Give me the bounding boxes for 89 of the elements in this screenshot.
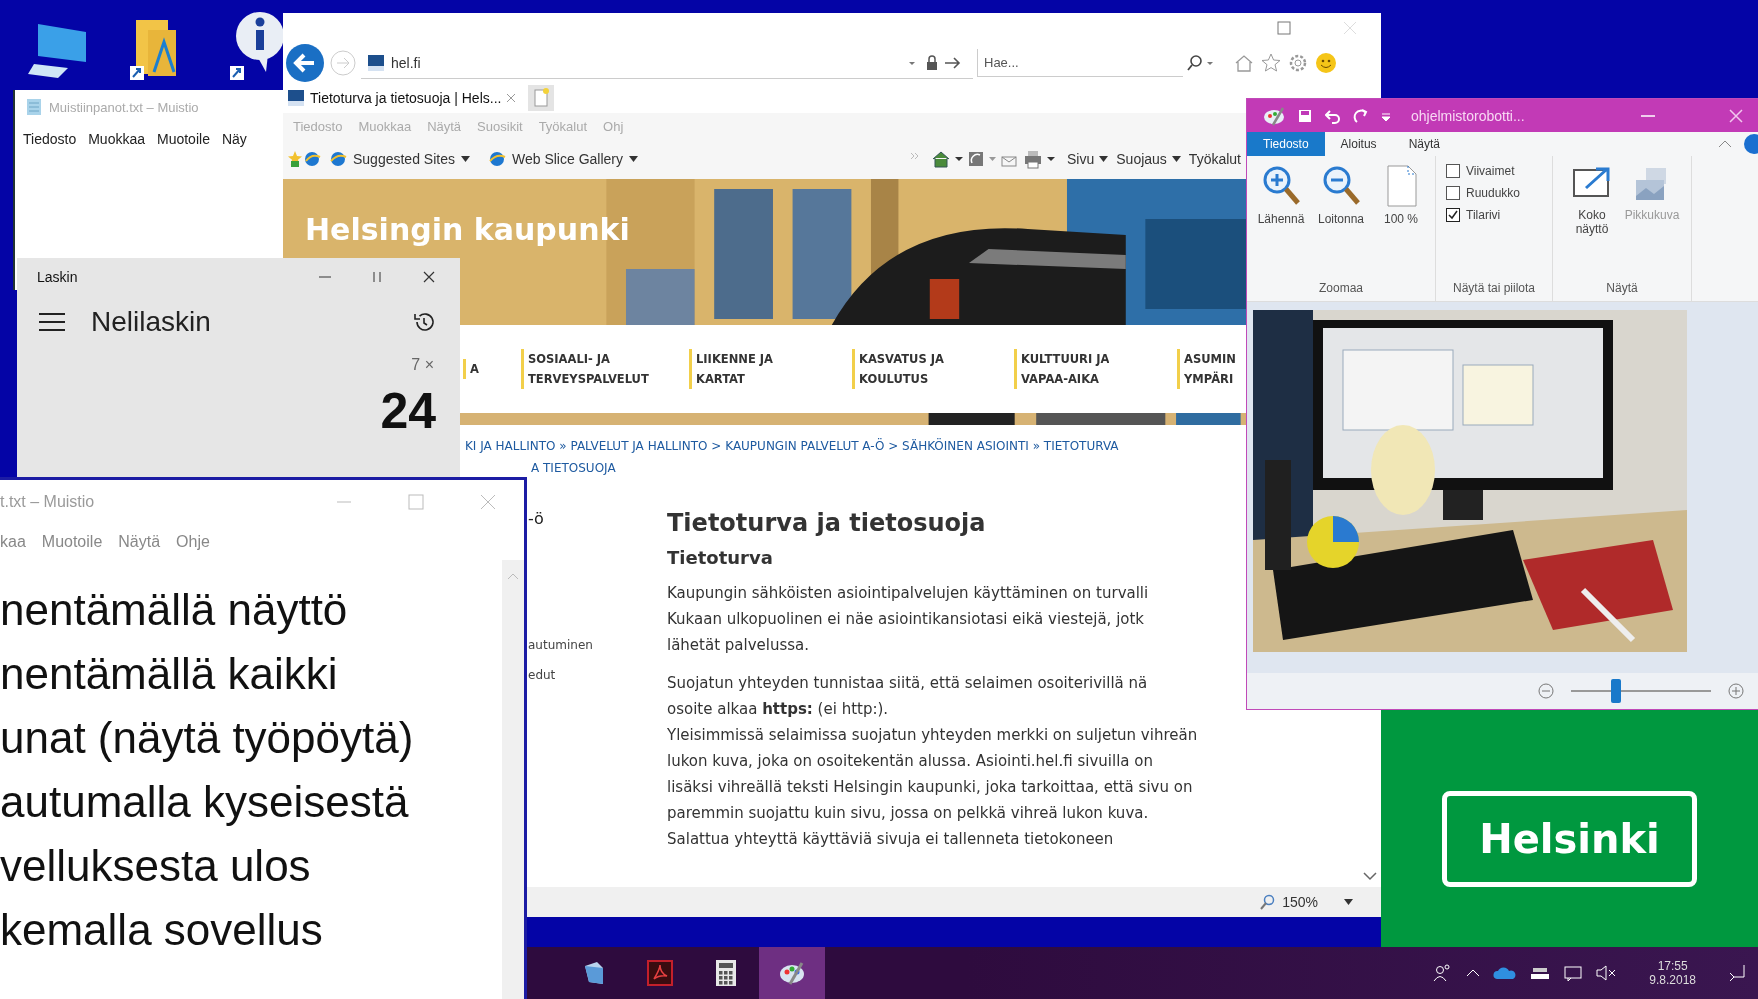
ribbon-tab[interactable]: Näytä bbox=[1392, 132, 1456, 156]
settings-icon[interactable] bbox=[1288, 53, 1308, 73]
favorites-link[interactable]: Suggested Sites bbox=[329, 150, 470, 168]
favorites-bar-icon[interactable] bbox=[287, 149, 321, 169]
breadcrumb[interactable]: A TIETOSUOJA bbox=[531, 457, 616, 479]
calculator-icon bbox=[715, 959, 737, 987]
calculator-mode: Nelilaskin bbox=[91, 306, 211, 338]
nav-link[interactable]: KULTTUURI JA VAPAA-AIKA bbox=[1014, 349, 1110, 389]
fullscreen-button[interactable]: Koko näyttö bbox=[1564, 164, 1620, 236]
site-icon bbox=[367, 53, 385, 72]
site-icon bbox=[287, 89, 305, 107]
info-shortcut-icon[interactable] bbox=[228, 10, 284, 82]
caret-icon bbox=[1171, 156, 1181, 162]
palette-icon bbox=[1263, 105, 1285, 126]
checkbox[interactable]: Tilarivi bbox=[1446, 208, 1521, 222]
paragraph: Kaupungin sähköisten asiointipalvelujen käyttäminen on turvalli Kukaan ulkopuolinen ei näe asiointikansiotasi eikä viestejä, jotk lähetät palvelussa. bbox=[667, 583, 1150, 656]
page-icon bbox=[1384, 164, 1418, 208]
home-icon[interactable] bbox=[1234, 53, 1254, 73]
nav-link[interactable]: KASVATUS JA KOULUTUS bbox=[852, 349, 944, 389]
save-icon[interactable] bbox=[1297, 107, 1313, 124]
volume-muted-icon[interactable] bbox=[1595, 964, 1618, 982]
favorites-link[interactable]: Web Slice Gallery bbox=[487, 150, 638, 168]
palette-icon bbox=[778, 960, 806, 986]
calculator-display: 24 bbox=[379, 382, 437, 440]
notepad-icon bbox=[25, 98, 43, 116]
caret-icon[interactable] bbox=[1344, 899, 1353, 905]
menu-icon[interactable] bbox=[39, 312, 65, 332]
search-field[interactable]: Hae... bbox=[977, 49, 1183, 77]
scroll-down-icon[interactable] bbox=[1363, 871, 1377, 881]
back-button[interactable] bbox=[285, 43, 325, 83]
collapse-ribbon-icon[interactable] bbox=[1718, 139, 1732, 149]
actual-size-button[interactable]: 100 % bbox=[1373, 164, 1429, 226]
checkbox[interactable]: Ruudukko bbox=[1446, 186, 1521, 200]
nav-link[interactable]: ASUMIN YMPÄRI bbox=[1177, 349, 1236, 389]
window-title: t.txt – Muistio bbox=[0, 493, 95, 511]
sidebar-heading: -ö bbox=[528, 509, 545, 528]
menu-item[interactable]: Muotoile bbox=[157, 131, 210, 147]
cloud-icon[interactable] bbox=[1493, 965, 1518, 981]
calculator-expression: 7 × bbox=[410, 355, 435, 375]
web-icon bbox=[329, 150, 347, 168]
menu-item[interactable]: kaa bbox=[0, 533, 26, 551]
web-icon bbox=[487, 150, 506, 168]
text-area[interactable]: nentämällä näyttö nentämällä kaikki unat (näytä työpöytä) autumalla kyseisestä velluksesta ulos kemalla sovellus bbox=[0, 560, 502, 999]
paragraph: Suojatun yhteyden tunnistaa siitä, että selaimen osoiterivillä nä osoite alkaa https: (ei http:). Yleisimmissä selaimissa suojatun yhteyden merkki on suljetun vihreän lukon kuva, joka on osoitekentän alussa. Asiointi.hel.fi sivuilla on lisäksi vihreällä teksti Helsingin kaupunki, joka tarkoittaa, että sivu on paremmin suojattu kuin sivu, jossa on pelkkä vihreä lukon kuva. Salattua yhteyttä käyttäviä sivuja ei tallenneta tietokoneen bbox=[667, 673, 1198, 850]
window-title: Muistiinpanot.txt – Muistio bbox=[49, 99, 199, 115]
message-icon[interactable] bbox=[1563, 964, 1584, 982]
clock[interactable]: 17:55 9.8.2018 bbox=[1649, 959, 1696, 987]
command-menu[interactable]: Työkalut bbox=[1188, 151, 1241, 167]
nav-link[interactable]: LIIKENNE JA KARTAT bbox=[689, 349, 773, 389]
undo-icon[interactable] bbox=[1325, 107, 1341, 124]
group-label: Näytä tai piilota bbox=[1452, 281, 1535, 295]
checkbox[interactable]: Viivaimet bbox=[1446, 164, 1521, 178]
city-logo: Helsinki bbox=[1442, 790, 1697, 887]
page-heading: Tietoturva ja tietosuoja bbox=[667, 509, 987, 537]
zoom-out-icon[interactable] bbox=[1538, 683, 1554, 699]
menu-item[interactable]: Muokkaa bbox=[88, 131, 145, 147]
favorites-icon[interactable] bbox=[1261, 53, 1281, 73]
caret-icon bbox=[629, 156, 638, 162]
nav-link[interactable]: SOSIAALI- JA TERVEYSPALVELUT bbox=[521, 349, 649, 389]
menu-item[interactable]: Näy bbox=[221, 131, 247, 147]
menu-item[interactable]: Muotoile bbox=[41, 533, 103, 551]
scrollbar[interactable] bbox=[502, 560, 524, 999]
network-icon[interactable] bbox=[1529, 965, 1552, 981]
smiley-icon[interactable] bbox=[1315, 52, 1337, 74]
zoom-in-icon[interactable] bbox=[1728, 683, 1744, 699]
zoom-level[interactable]: 150% bbox=[1282, 894, 1318, 910]
sidebar-link[interactable]: edut bbox=[528, 668, 667, 682]
menu-item[interactable]: Ohje bbox=[176, 533, 210, 551]
command-menu[interactable]: Suojaus bbox=[1116, 151, 1181, 167]
nav-link[interactable]: A bbox=[463, 359, 479, 379]
window-title: ohjelmistorobotti... bbox=[1411, 107, 1525, 124]
window-title: Laskin bbox=[37, 269, 78, 285]
ribbon-tab[interactable]: Aloitus bbox=[1324, 132, 1393, 156]
taskbar-button[interactable] bbox=[759, 947, 825, 999]
command-menu[interactable]: Sivu bbox=[1067, 151, 1109, 167]
breadcrumb[interactable]: KI JA HALLINTO » PALVELUT JA HALLINTO > KAUPUNGIN PALVELUT A-Ö > SÄHKÖINEN ASIOINTI » TIETOTURVA bbox=[465, 435, 1119, 457]
ribbon-tab[interactable]: Tiedosto bbox=[1247, 132, 1325, 156]
pdf-icon bbox=[647, 960, 673, 986]
address-field[interactable]: hel.fi bbox=[361, 47, 973, 79]
redo-icon[interactable] bbox=[1353, 107, 1369, 124]
sidebar-link[interactable]: autuminen bbox=[528, 638, 667, 652]
group-label: Näytä bbox=[1606, 281, 1638, 295]
caret-icon bbox=[1099, 156, 1109, 162]
checkmark-icon bbox=[1448, 210, 1458, 220]
menu-item[interactable]: Näytä bbox=[118, 533, 161, 551]
zoom-icon[interactable] bbox=[1260, 894, 1277, 910]
caret-icon bbox=[460, 156, 470, 162]
menu-item[interactable]: Tiedosto bbox=[23, 131, 77, 147]
section-heading: Tietoturva bbox=[667, 547, 774, 568]
